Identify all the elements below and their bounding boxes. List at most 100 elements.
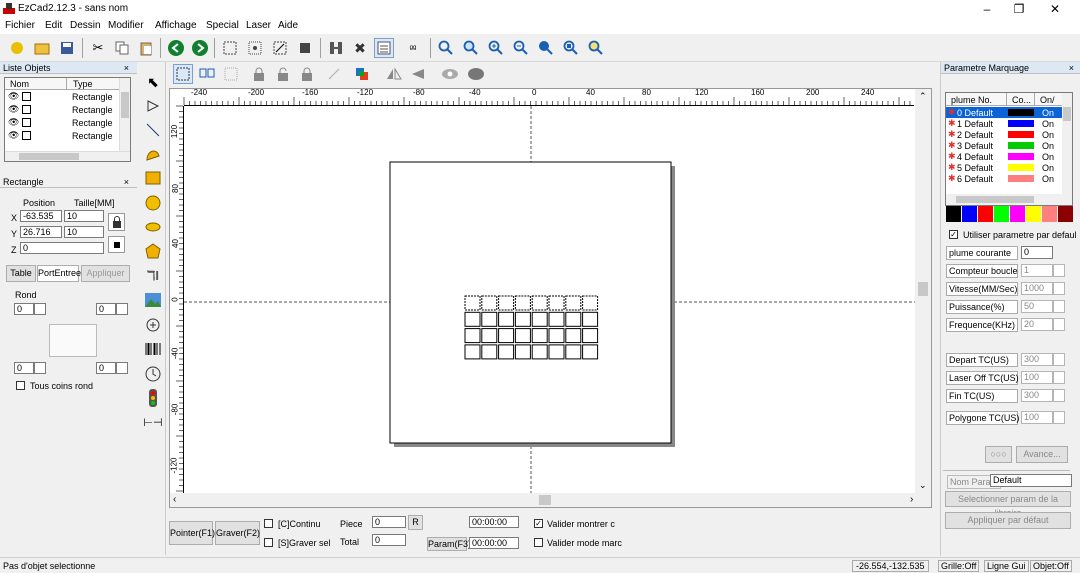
- array-rectangle[interactable]: [498, 328, 515, 344]
- rectangle-tool-icon[interactable]: [143, 168, 163, 188]
- all-corners-checkbox[interactable]: [16, 381, 25, 390]
- param-value-field[interactable]: 300: [1021, 353, 1053, 366]
- eye-icon[interactable]: 👁: [8, 104, 19, 115]
- graver-button[interactable]: Graver(F2): [215, 521, 260, 545]
- menu-edit[interactable]: Edit: [45, 20, 62, 31]
- anchor-point-icon[interactable]: [108, 236, 125, 253]
- pen-row[interactable]: ✱ 4 Default On: [946, 151, 1062, 162]
- corner-radius-tr-stepper[interactable]: [116, 303, 128, 315]
- corner-radius-bl-stepper[interactable]: [34, 362, 46, 374]
- cut-icon[interactable]: ✂: [88, 38, 108, 58]
- array-rectangle[interactable]: [531, 295, 548, 311]
- restore-button[interactable]: ❐: [1004, 1, 1034, 17]
- close-icon[interactable]: ×: [124, 62, 129, 74]
- array-rectangle[interactable]: [548, 328, 565, 344]
- unlock-icon[interactable]: [273, 64, 293, 84]
- menu-aide[interactable]: Aide: [278, 20, 298, 31]
- pen-row[interactable]: ✱ 6 Default On: [946, 173, 1062, 184]
- pen-on-state[interactable]: On: [1042, 152, 1054, 162]
- line-icon[interactable]: [143, 120, 163, 140]
- array-rectangle[interactable]: [498, 344, 515, 360]
- array-rectangle[interactable]: [514, 344, 531, 360]
- menu-affichage[interactable]: Affichage: [155, 20, 197, 31]
- zoom-window-icon[interactable]: [461, 38, 481, 58]
- param-name-field[interactable]: Default: [990, 474, 1072, 487]
- pen-color-swatch[interactable]: [1008, 142, 1034, 149]
- list-item[interactable]: 👁 Rectangle: [5, 91, 119, 103]
- pen-row[interactable]: ✱ 3 Default On: [946, 140, 1062, 151]
- corner-radius-br-field[interactable]: 0: [96, 362, 116, 374]
- text-tool-icon[interactable]: ℸI: [143, 266, 163, 286]
- palette-swatch[interactable]: [1010, 206, 1025, 222]
- ungroup-icon[interactable]: [197, 64, 217, 84]
- tab-table[interactable]: Table: [6, 265, 36, 282]
- param-stepper[interactable]: [1053, 353, 1065, 366]
- palette-swatch[interactable]: [978, 206, 993, 222]
- delay-icon[interactable]: ⊢⊣: [143, 412, 163, 432]
- corner-radius-tr-field[interactable]: 0: [96, 303, 116, 315]
- list-item[interactable]: 👁 Rectangle: [5, 130, 119, 142]
- use-default-checkbox[interactable]: ✓: [949, 230, 958, 239]
- graver-sel-checkbox[interactable]: [264, 538, 273, 547]
- array-rectangle[interactable]: [582, 295, 599, 311]
- select-library-button[interactable]: Selectionner param de la libraire: [945, 491, 1071, 518]
- array-rectangle[interactable]: [565, 295, 582, 311]
- pen-color-swatch[interactable]: [1008, 109, 1034, 116]
- height-field[interactable]: 10: [64, 226, 104, 238]
- array-rectangle[interactable]: [565, 328, 582, 344]
- param-value-field[interactable]: 100: [1021, 411, 1053, 424]
- select-group-icon[interactable]: [270, 38, 290, 58]
- array-rectangle[interactable]: [582, 328, 599, 344]
- param-stepper[interactable]: [1053, 411, 1065, 424]
- forward-icon[interactable]: [190, 38, 210, 58]
- array-rectangle[interactable]: [498, 295, 515, 311]
- io-port-icon[interactable]: [143, 388, 163, 408]
- array-rectangle[interactable]: [481, 311, 498, 327]
- copy-icon[interactable]: [112, 38, 132, 58]
- lock-all-icon[interactable]: [297, 64, 317, 84]
- total-field[interactable]: 0: [372, 534, 406, 546]
- advanced-button[interactable]: Avance...: [1016, 446, 1068, 463]
- array-rectangle[interactable]: [464, 344, 481, 360]
- list-item[interactable]: 👁 Rectangle: [5, 117, 119, 129]
- valider-mode-checkbox[interactable]: [534, 538, 543, 547]
- palette-swatch[interactable]: [1042, 206, 1057, 222]
- param-stepper[interactable]: [1053, 264, 1065, 277]
- array-rectangle[interactable]: [582, 344, 599, 360]
- grid-icon[interactable]: [221, 64, 241, 84]
- continu-checkbox[interactable]: [264, 519, 273, 528]
- curve-icon[interactable]: [143, 144, 163, 164]
- vector-file-icon[interactable]: [143, 315, 163, 335]
- select-invert-icon[interactable]: [295, 38, 315, 58]
- menu-laser[interactable]: Laser: [246, 20, 271, 31]
- canvas-vertical-scrollbar[interactable]: ⌃ ⌄: [915, 89, 931, 493]
- y-position-field[interactable]: 26.716: [20, 226, 62, 238]
- pen-on-state[interactable]: On: [1042, 130, 1054, 140]
- corner-radius-tl-field[interactable]: 0: [14, 303, 34, 315]
- array-rectangle[interactable]: [565, 344, 582, 360]
- horizontal-scrollbar[interactable]: [5, 151, 130, 161]
- column-type[interactable]: Type: [73, 79, 93, 89]
- object-snap-status[interactable]: Objet:Off: [1030, 560, 1072, 572]
- menu-dessin[interactable]: Dessin: [70, 20, 101, 31]
- zoom-selected-icon[interactable]: [586, 38, 606, 58]
- corner-radius-br-stepper[interactable]: [116, 362, 128, 374]
- paste-icon[interactable]: [136, 38, 156, 58]
- array-rectangle[interactable]: [531, 311, 548, 327]
- param-value-field[interactable]: 1000: [1021, 282, 1053, 295]
- palette-swatch[interactable]: [1026, 206, 1041, 222]
- pen-on-state[interactable]: On: [1042, 119, 1054, 129]
- zoom-out-icon[interactable]: [511, 38, 531, 58]
- param-button[interactable]: Param(F3): [427, 537, 471, 551]
- close-icon[interactable]: ×: [1069, 62, 1074, 74]
- timer-icon[interactable]: [143, 364, 163, 384]
- array-rectangle[interactable]: [514, 328, 531, 344]
- array-rectangle[interactable]: [582, 311, 599, 327]
- param-value-field[interactable]: 300: [1021, 389, 1053, 402]
- column-color[interactable]: Co...: [1012, 95, 1031, 105]
- array-rectangle[interactable]: [548, 295, 565, 311]
- tab-port-entree[interactable]: PortEntree: [37, 265, 81, 282]
- corner-radius-bl-field[interactable]: 0: [14, 362, 34, 374]
- array-rectangle[interactable]: [514, 311, 531, 327]
- hatch-icon[interactable]: ᵍᵍ: [403, 38, 423, 58]
